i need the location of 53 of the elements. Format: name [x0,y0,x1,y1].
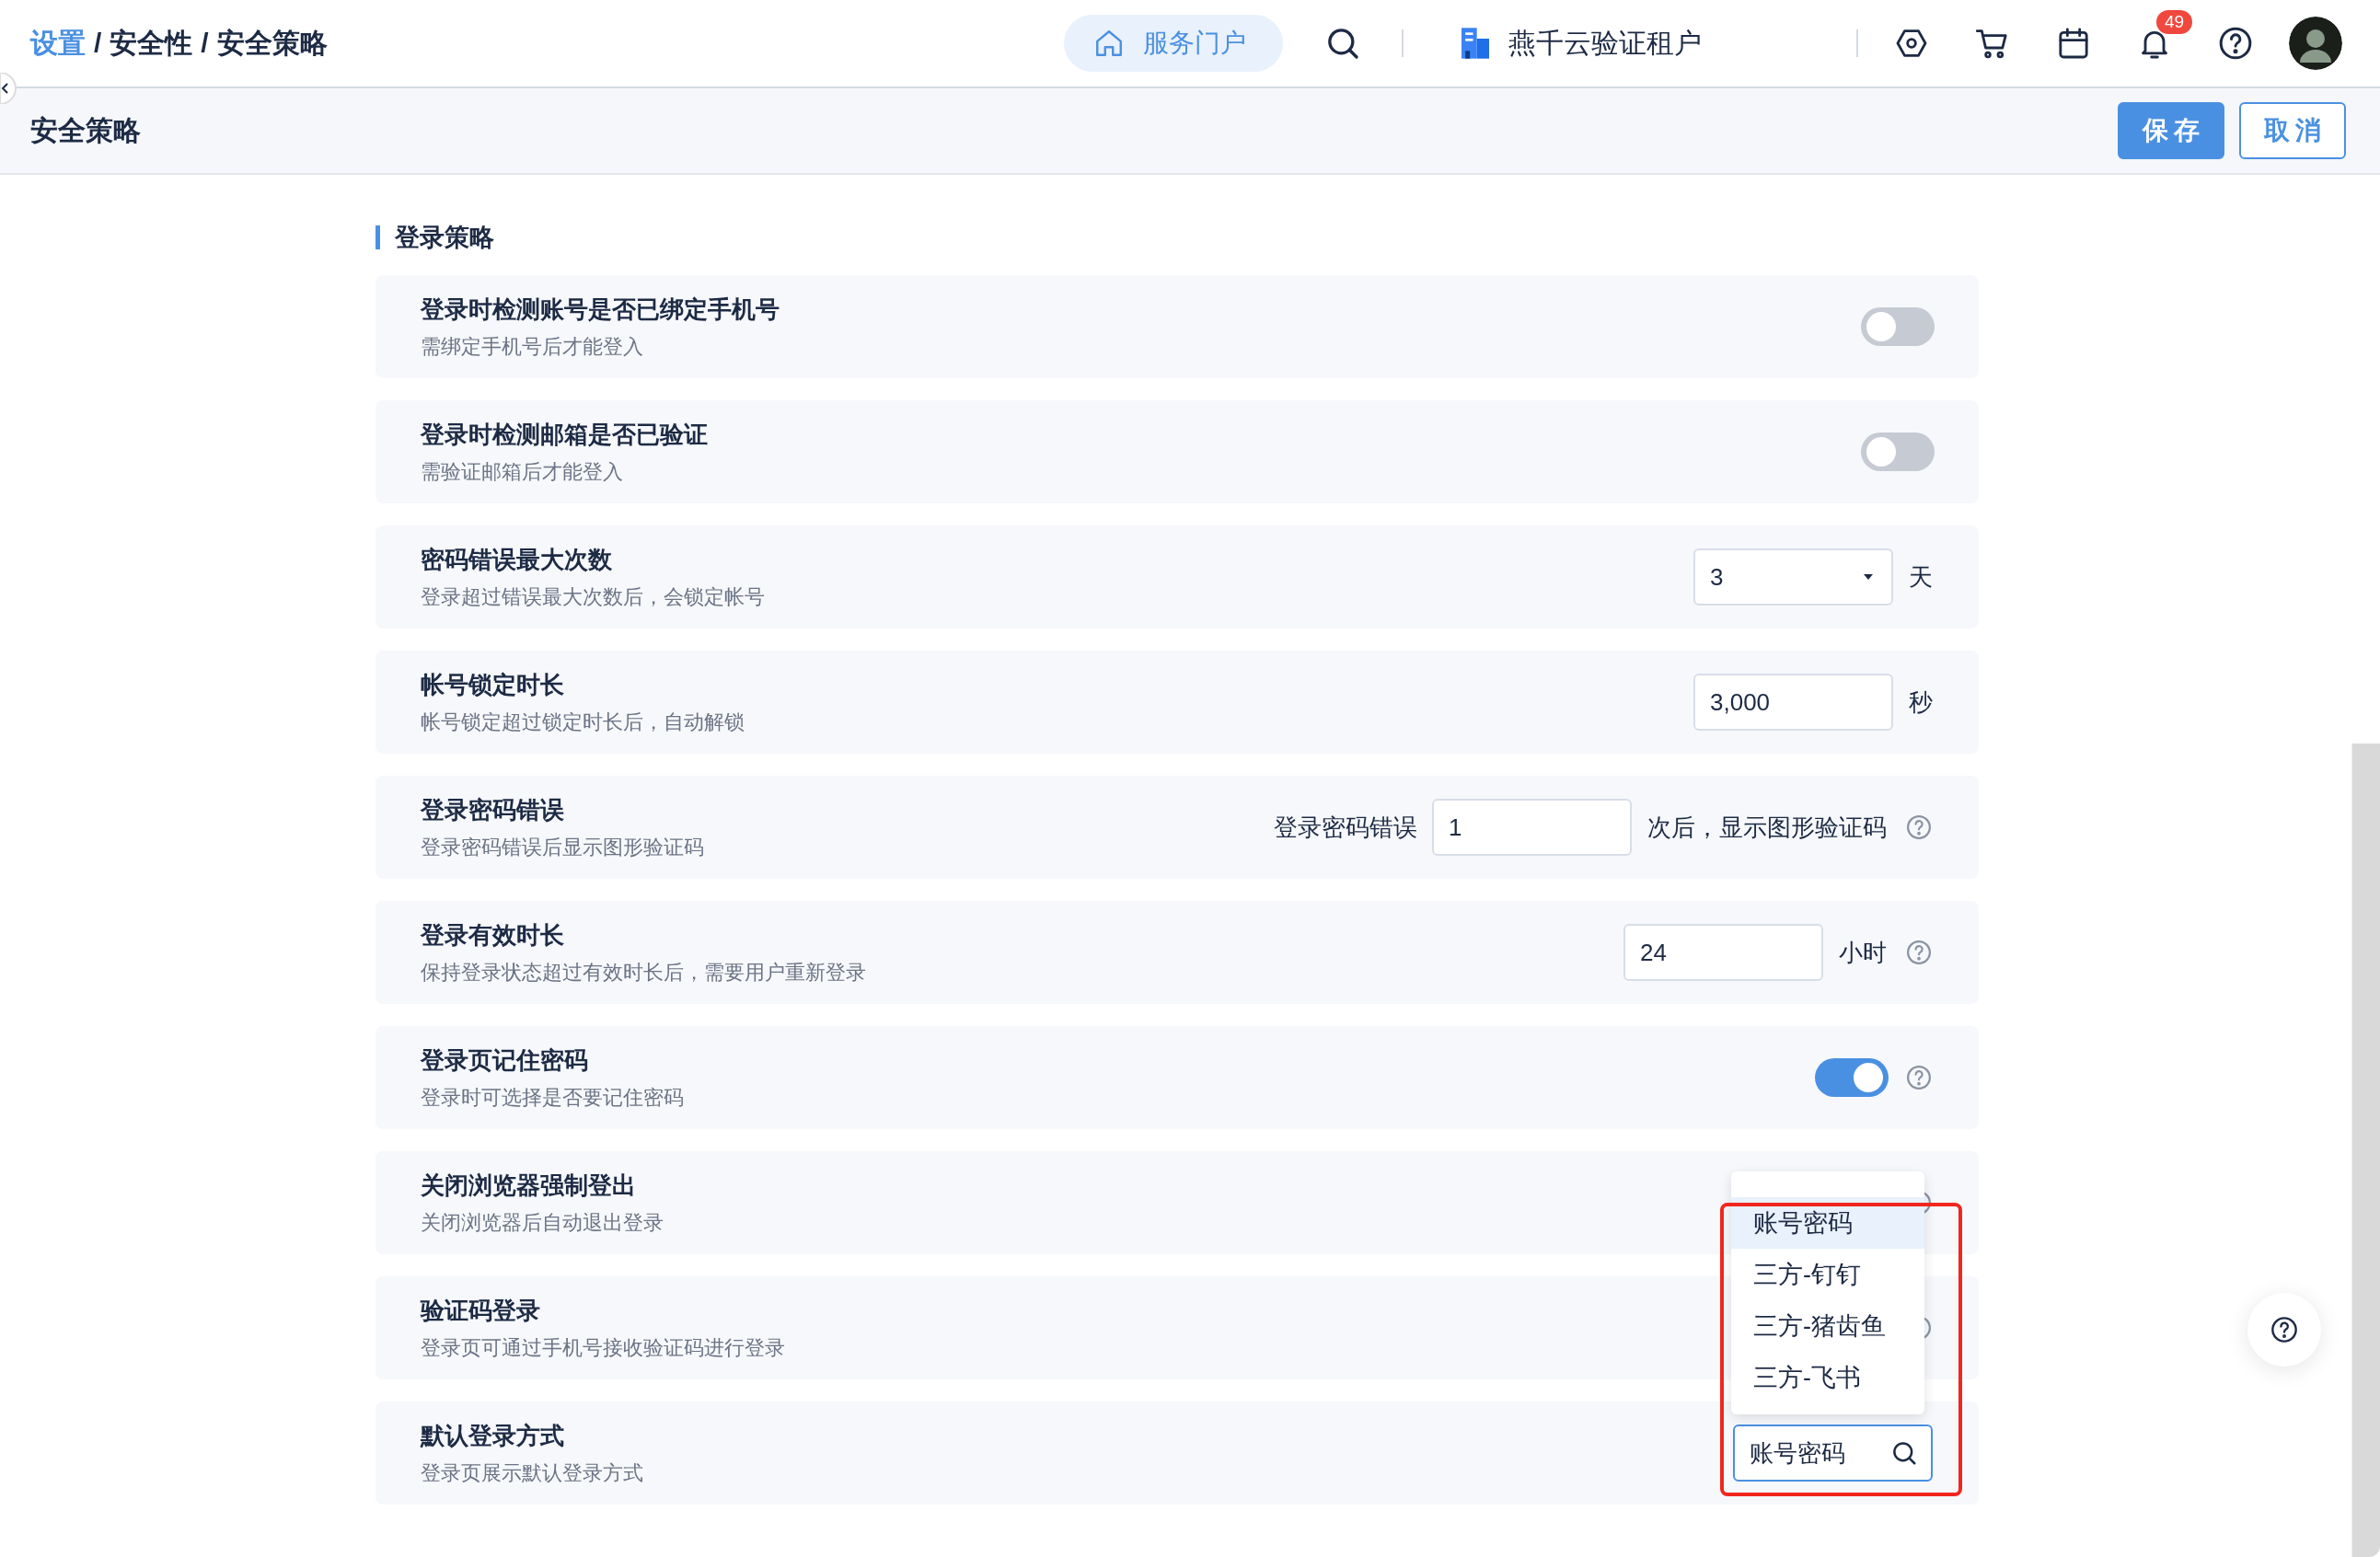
help-icon[interactable] [2217,25,2254,62]
setting-description: 保持登录状态超过有效时长后，需要用户重新登录 [421,959,866,986]
number-field[interactable]: 24 [1623,924,1823,981]
toggle-switch[interactable] [1861,432,1935,471]
setting-description: 登录页可通过手机号接收验证码进行登录 [421,1334,785,1361]
home-icon [1093,28,1125,59]
setting-title: 登录时检测邮箱是否已验证 [421,419,708,450]
scrollbar[interactable] [2351,744,2380,1557]
setting-title: 登录页记住密码 [421,1044,589,1076]
unit-label: 次后，显示图形验证码 [1647,812,1887,843]
setting-description: 登录密码错误后显示图形验证码 [421,834,704,860]
setting-description: 帐号锁定超过锁定时长后，自动解锁 [421,709,745,735]
toggle-switch[interactable] [1861,307,1935,346]
unit-label: 天 [1909,561,1933,593]
setting-title: 登录密码错误 [421,794,565,825]
dropdown-option[interactable]: 三方-猪齿鱼 [1731,1300,1924,1352]
setting-description: 需验证邮箱后才能登入 [421,458,624,485]
setting-description: 登录超过错误最大次数后，会锁定帐号 [421,583,765,610]
caret-icon [1862,572,1875,582]
setting-description: 关闭浏览器后自动退出登录 [421,1209,664,1236]
page-title: 安全策略 [30,113,141,147]
dropdown-option[interactable]: 三方-钉钉 [1731,1249,1924,1300]
setting-title: 默认登录方式 [421,1420,565,1451]
help-icon [2270,1315,2299,1344]
setting-description: 登录页展示默认登录方式 [421,1459,643,1486]
search-select-field[interactable]: 账号密码 [1733,1424,1933,1482]
number-field[interactable]: 1 [1432,799,1632,856]
dropdown-option[interactable]: 三方-飞书 [1731,1352,1924,1403]
dropdown-option[interactable]: 账号密码 [1731,1197,1924,1249]
section-title: 登录策略 [395,223,494,253]
field-label: 登录密码错误 [1274,812,1417,843]
unit-label: 小时 [1839,937,1887,968]
setting-description: 需绑定手机号后才能登入 [421,333,644,360]
select-field[interactable]: 3 [1693,548,1893,606]
breadcrumb-item: 安全策略 [216,26,328,60]
avatar[interactable] [2289,17,2342,70]
unit-label: 秒 [1909,686,1933,718]
setting-title: 密码错误最大次数 [421,544,613,575]
toggle-switch[interactable] [1815,1058,1889,1097]
setting-title: 登录时检测账号是否已绑定手机号 [421,294,780,325]
setting-description: 登录时可选择是否要记住密码 [421,1084,684,1111]
section-marker [375,225,380,249]
setting-title: 验证码登录 [421,1295,541,1326]
tenant-name[interactable]: 燕千云验证租户 [1508,24,1702,63]
setting-title: 帐号锁定时长 [421,669,565,700]
setting-title: 登录有效时长 [421,919,565,951]
setting-title: 关闭浏览器强制登出 [421,1170,637,1201]
number-field[interactable]: 3,000 [1693,674,1893,731]
breadcrumb-separator: / [94,28,102,59]
notification-badge: 49 [2156,10,2193,34]
search-icon[interactable] [1890,1439,1918,1467]
breadcrumb-separator: / [201,28,209,59]
breadcrumb-item: 安全性 [110,26,193,60]
